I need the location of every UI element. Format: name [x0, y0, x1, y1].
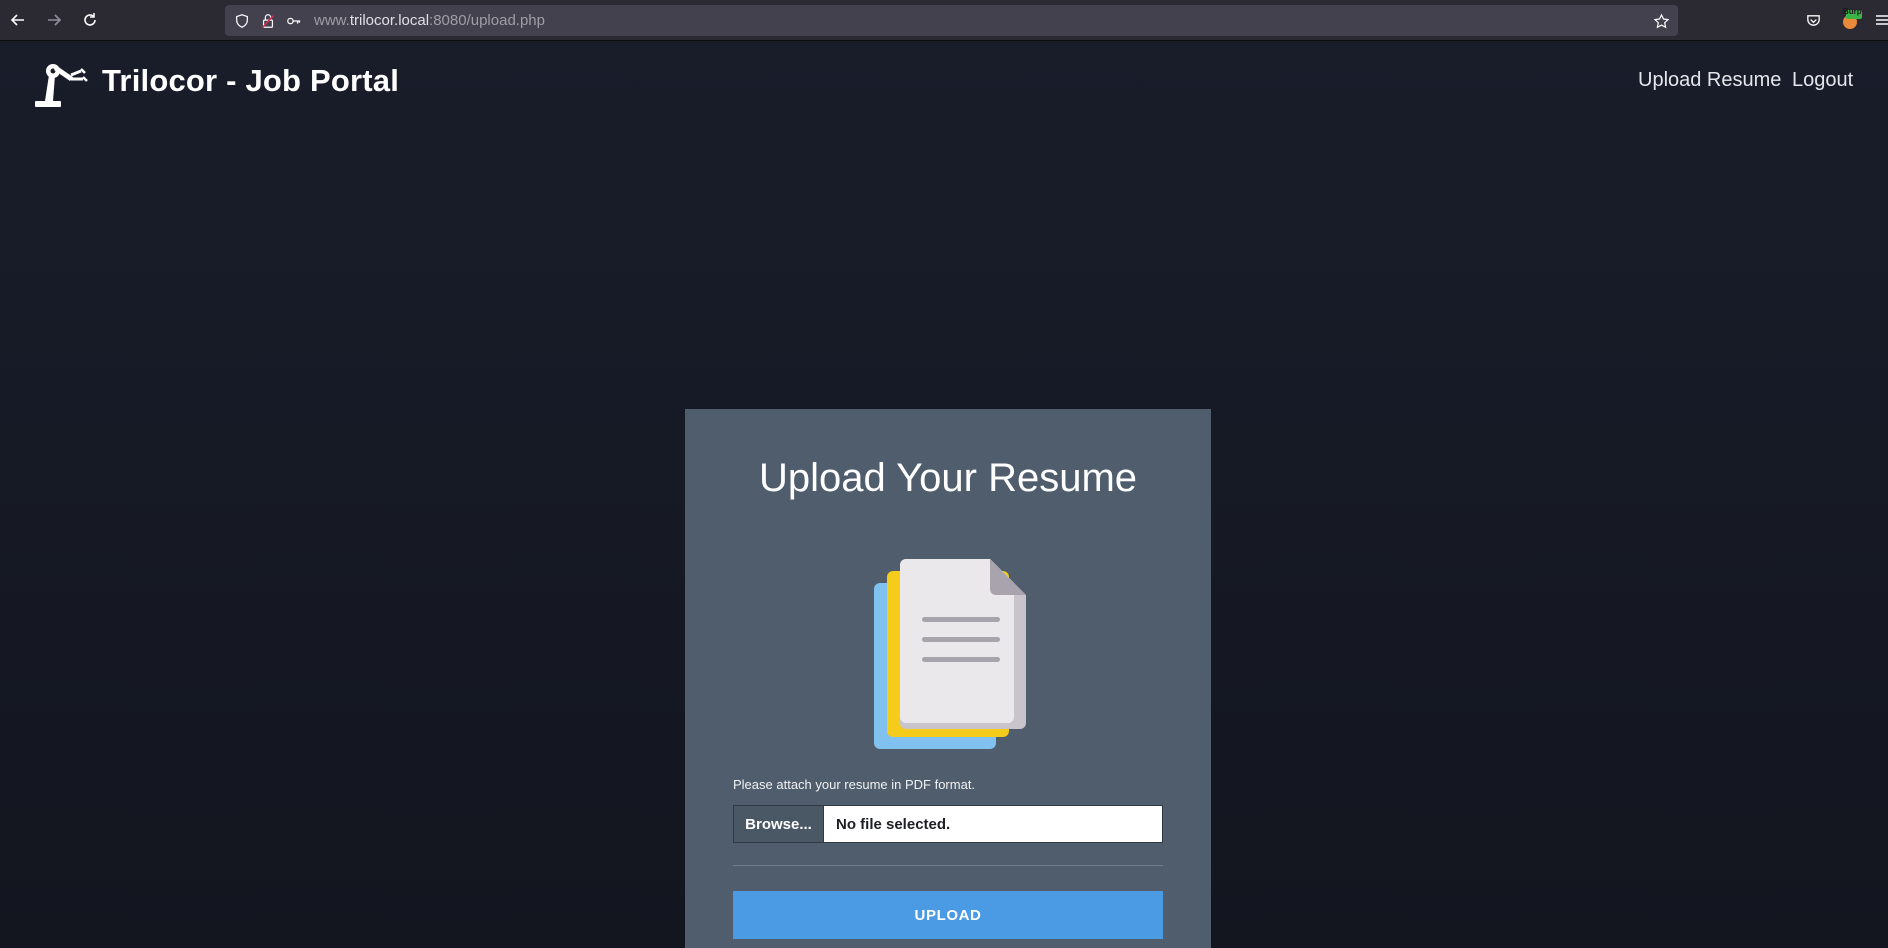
back-icon[interactable] [6, 8, 30, 32]
page-title: Upload Your Resume [758, 456, 1138, 500]
browser-toolbar: www.trilocor.local:8080/upload.php Burp [0, 0, 1888, 41]
pocket-icon[interactable] [1802, 9, 1824, 31]
upload-hint: Please attach your resume in PDF format. [733, 777, 976, 792]
shield-icon[interactable] [233, 12, 251, 30]
reload-icon[interactable] [78, 8, 102, 32]
resume-file-input[interactable]: Browse... No file selected. [733, 805, 1163, 843]
key-icon[interactable] [285, 12, 303, 30]
page-body: Trilocor - Job Portal Upload Resume Logo… [0, 41, 1888, 948]
site-title[interactable]: Trilocor - Job Portal [102, 63, 399, 99]
upload-button[interactable]: UPLOAD [733, 891, 1163, 939]
file-status: No file selected. [836, 815, 951, 833]
menu-icon[interactable] [1874, 9, 1888, 31]
nav-logout[interactable]: Logout [1792, 69, 1853, 92]
upload-card: Upload Your Resume Please attach your re… [685, 409, 1211, 948]
nav-upload-resume[interactable]: Upload Resume [1638, 69, 1781, 92]
burp-badge: Burp [1843, 7, 1862, 16]
address-bar[interactable]: www.trilocor.local:8080/upload.php [225, 5, 1678, 36]
robot-arm-logo-icon[interactable] [33, 55, 89, 109]
forward-icon[interactable] [42, 8, 66, 32]
url-text[interactable]: www.trilocor.local:8080/upload.php [314, 12, 545, 29]
bookmark-star-icon[interactable] [1652, 12, 1670, 30]
insecure-lock-icon[interactable] [259, 12, 277, 30]
url-path: :8080/upload.php [429, 12, 545, 29]
browse-button[interactable]: Browse... [734, 806, 824, 842]
burp-extension-icon[interactable]: Burp [1840, 7, 1862, 31]
url-prefix: www. [314, 12, 350, 29]
documents-icon [874, 559, 1026, 749]
divider [733, 865, 1163, 866]
site-header: Trilocor - Job Portal Upload Resume Logo… [0, 41, 1888, 131]
url-host: trilocor.local [349, 12, 430, 29]
